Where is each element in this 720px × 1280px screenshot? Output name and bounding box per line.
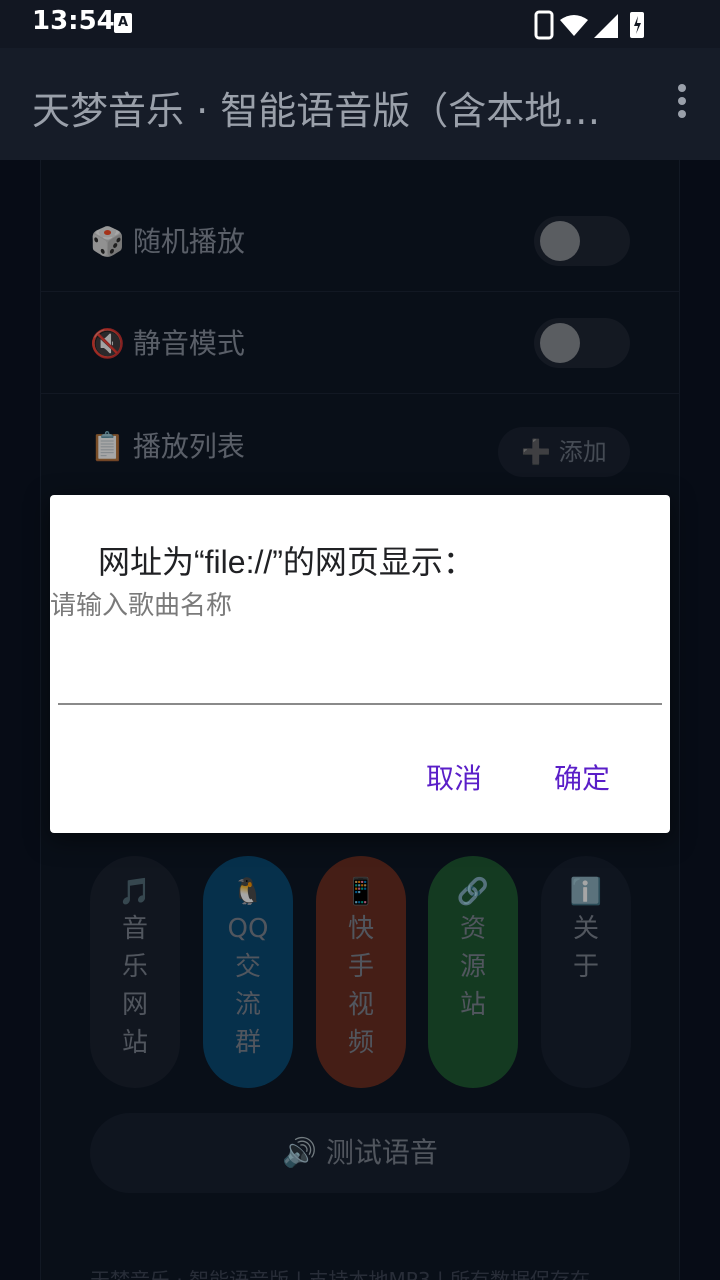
status-icons (534, 10, 664, 44)
cancel-button[interactable]: 取消 (426, 757, 482, 797)
ok-button[interactable]: 确定 (554, 757, 610, 797)
prompt-dialog: 网址为“file://”的网页显示： 请输入歌曲名称 取消 确定 (50, 495, 670, 833)
app-bar: 天梦音乐 · 智能语音版（含本地MP3） (0, 48, 720, 160)
song-name-input[interactable]: 请输入歌曲名称 (50, 579, 662, 705)
overflow-menu-icon[interactable] (674, 84, 690, 124)
keyboard-indicator-icon: A (114, 13, 132, 33)
song-name-input-placeholder: 请输入歌曲名称 (50, 591, 233, 621)
signal-icon (594, 14, 618, 38)
wifi-icon (560, 15, 588, 36)
phone-icon (534, 10, 554, 40)
dialog-title: 网址为“file://”的网页显示： (98, 544, 475, 580)
app-title: 天梦音乐 · 智能语音版（含本地MP3） (32, 89, 632, 133)
status-time: 13:54 (32, 6, 115, 36)
battery-icon (630, 12, 644, 38)
status-bar: 13:54 A (0, 0, 720, 48)
